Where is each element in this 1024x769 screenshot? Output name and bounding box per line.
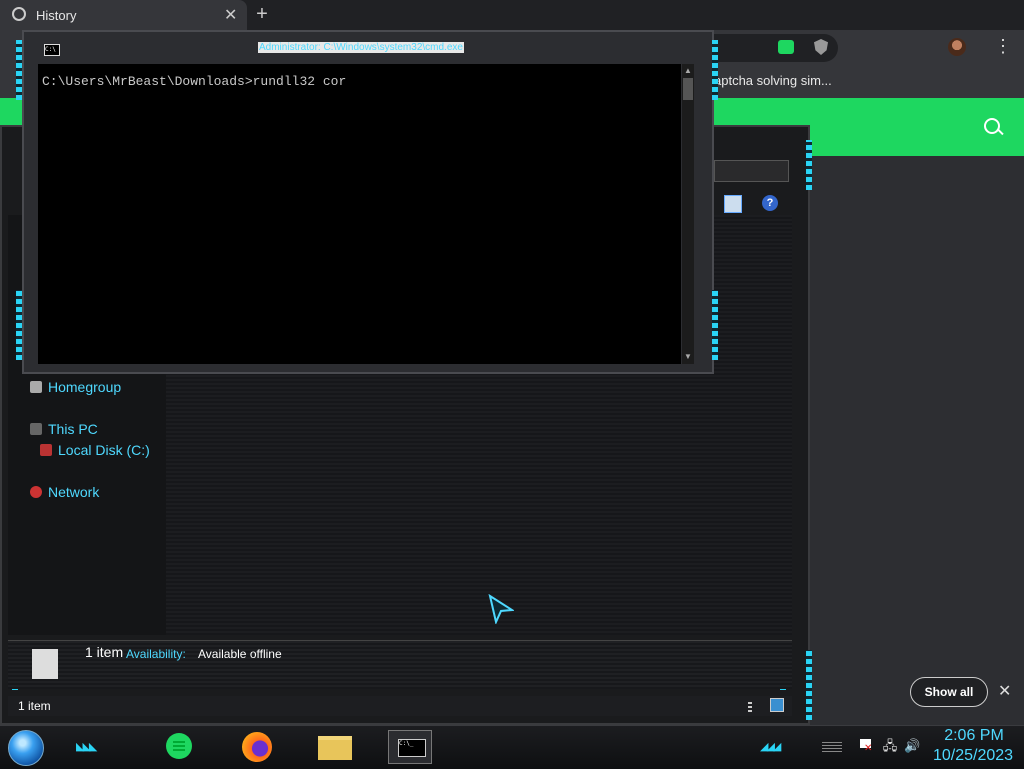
window-frame-accent: [712, 40, 718, 100]
console-command-line: C:\Users\MrBeast\Downloads>rundll32 cor: [42, 74, 347, 89]
tab-close-icon[interactable]: ✕: [224, 5, 237, 25]
mouse-cursor-icon: [488, 594, 514, 624]
action-center-flag-icon[interactable]: [858, 738, 874, 757]
show-all-button[interactable]: Show all: [910, 677, 988, 707]
clock-date[interactable]: 10/25/2023: [928, 747, 1018, 765]
window-frame-accent: [16, 290, 22, 360]
window-frame-accent: [712, 290, 718, 360]
status-bar: 1 item: [8, 696, 792, 716]
tab-title: History: [36, 8, 77, 23]
profile-avatar[interactable]: [948, 38, 966, 56]
nav-item-local-disk[interactable]: Local Disk (C:): [40, 442, 150, 458]
cmd-icon: C:\_: [398, 739, 426, 757]
scroll-thumb[interactable]: [683, 78, 693, 100]
network-tray-icon[interactable]: 🖧: [882, 738, 898, 754]
details-item-count: 1 item: [85, 644, 124, 660]
folder-icon: [318, 736, 352, 760]
scroll-up-arrow-icon[interactable]: ▲: [683, 66, 693, 76]
new-tab-button[interactable]: +: [252, 4, 272, 24]
browser-tab-strip: History ✕ +: [0, 0, 1024, 30]
nav-label: This PC: [48, 421, 98, 437]
extension-notes-icon[interactable]: [778, 40, 794, 54]
window-frame-accent: [806, 140, 812, 190]
console-scrollbar[interactable]: ▲ ▼: [682, 64, 694, 364]
nav-item-homegroup[interactable]: Homegroup: [30, 379, 121, 395]
notes-app-icon: [166, 733, 192, 759]
help-icon[interactable]: ?: [762, 195, 778, 211]
show-hidden-icons-button[interactable]: [822, 742, 842, 752]
details-view-icon[interactable]: [748, 700, 752, 712]
window-frame-accent: [16, 40, 22, 100]
window-frame-accent: [806, 650, 812, 720]
details-pane: 1 item Availability: Available offline: [8, 640, 792, 689]
nav-label: Homegroup: [48, 379, 122, 395]
bookmark-captcha[interactable]: aptcha solving sim...: [714, 73, 832, 88]
browser-menu-button[interactable]: ⋮: [994, 36, 1012, 57]
cmd-system-icon[interactable]: C:\: [44, 44, 60, 56]
taskbar-decoration: ◣◣◣: [76, 741, 97, 753]
large-icons-view-icon[interactable]: [770, 698, 784, 712]
volume-icon[interactable]: 🔊: [904, 738, 920, 754]
start-button[interactable]: [8, 730, 44, 766]
taskbar-app-cmd[interactable]: C:\_: [388, 730, 432, 764]
search-icon[interactable]: [984, 118, 1000, 134]
drive-icon: [40, 444, 52, 456]
tab-history[interactable]: History ✕: [0, 0, 247, 30]
nav-item-this-pc[interactable]: This PC: [30, 421, 98, 437]
download-bar-close-icon[interactable]: ✕: [998, 681, 1011, 701]
status-item-count: 1 item: [18, 699, 51, 713]
file-thumbnail-icon: [32, 649, 58, 679]
explorer-search-input[interactable]: [714, 160, 789, 182]
taskbar-app-notes[interactable]: [158, 730, 202, 764]
taskbar: ◣◣◣ C:\_ ◢◢◢ 🖧 🔊 2:06 PM 10/25/2023: [0, 725, 1024, 769]
availability-label: Availability:: [126, 647, 186, 661]
console-output[interactable]: C:\Users\MrBeast\Downloads>rundll32 cor: [38, 64, 681, 364]
clock-time[interactable]: 2:06 PM: [934, 727, 1014, 745]
availability-value: Available offline: [198, 647, 282, 661]
cmd-window-title: Administrator: C:\Windows\system32\cmd.e…: [258, 42, 464, 53]
preview-pane-icon[interactable]: [724, 195, 742, 213]
homegroup-icon: [30, 381, 42, 393]
cmd-window[interactable]: C:\ Administrator: C:\Windows\system32\c…: [22, 30, 714, 374]
network-icon: [30, 486, 42, 498]
nav-label: Network: [48, 484, 100, 500]
history-icon: [12, 7, 26, 21]
taskbar-app-file-explorer[interactable]: [314, 730, 358, 764]
firefox-icon: [242, 732, 272, 762]
computer-icon: [30, 423, 42, 435]
taskbar-app-firefox[interactable]: [236, 730, 280, 764]
nav-item-network[interactable]: Network: [30, 484, 99, 500]
taskbar-decoration: ◢◢◢: [760, 741, 781, 753]
nav-label: Local Disk (C:): [58, 442, 150, 458]
scroll-down-arrow-icon[interactable]: ▼: [683, 352, 693, 362]
